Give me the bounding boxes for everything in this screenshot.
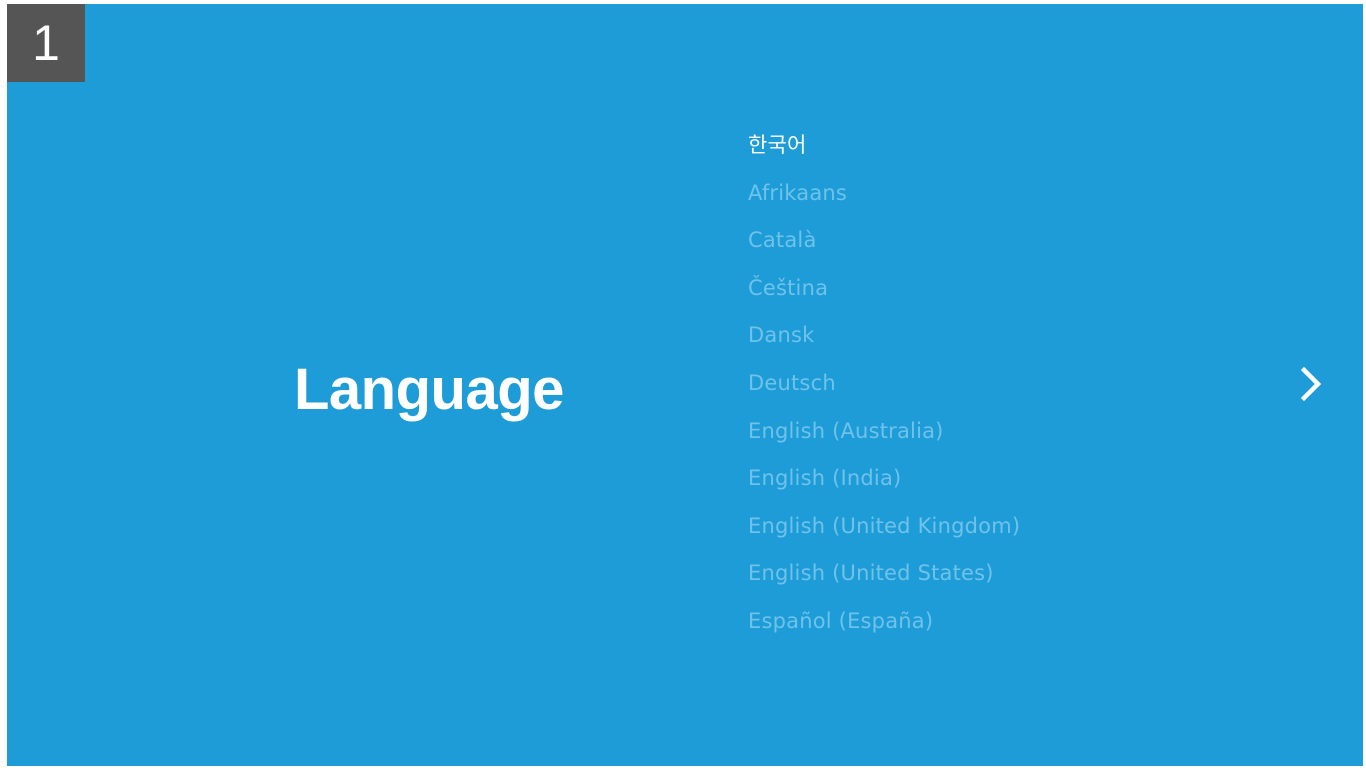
- page-title: Language: [294, 357, 564, 422]
- language-item[interactable]: Català: [748, 217, 1020, 265]
- language-item[interactable]: English (United States): [748, 550, 1020, 598]
- chevron-right-icon: [1300, 366, 1322, 402]
- next-button[interactable]: [1289, 362, 1333, 406]
- language-item[interactable]: Español (España): [748, 598, 1020, 646]
- language-item[interactable]: Dansk: [748, 312, 1020, 360]
- language-list[interactable]: 한국어 Afrikaans Català Čeština Dansk Deuts…: [748, 122, 1020, 646]
- language-item[interactable]: Afrikaans: [748, 170, 1020, 218]
- language-item[interactable]: Čeština: [748, 265, 1020, 313]
- setup-screen: 1 Language 한국어 Afrikaans Català Čeština …: [7, 4, 1363, 766]
- language-item[interactable]: 한국어: [748, 122, 1020, 170]
- language-item[interactable]: English (United Kingdom): [748, 503, 1020, 551]
- language-item[interactable]: Deutsch: [748, 360, 1020, 408]
- language-item[interactable]: English (India): [748, 455, 1020, 503]
- language-item[interactable]: English (Australia): [748, 408, 1020, 456]
- step-badge: 1: [7, 4, 85, 82]
